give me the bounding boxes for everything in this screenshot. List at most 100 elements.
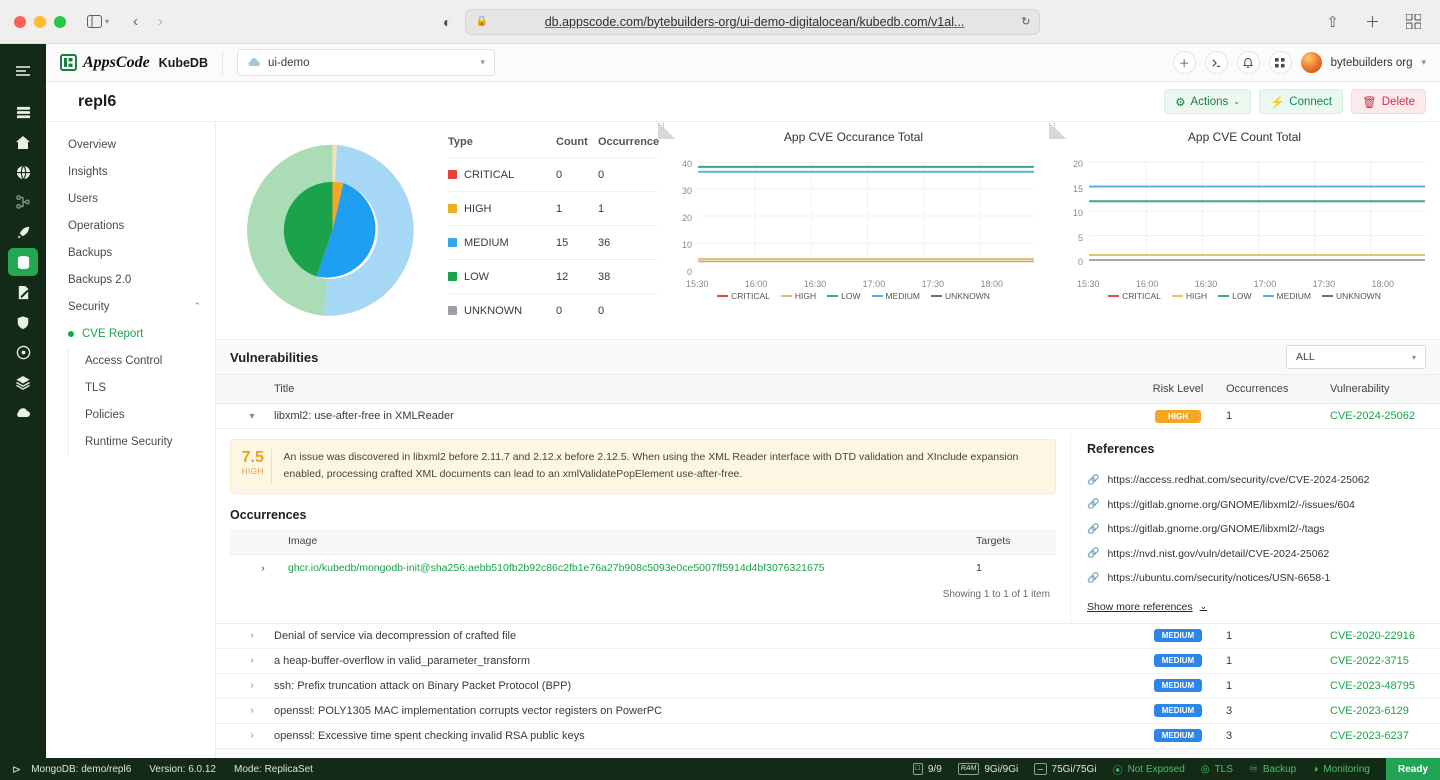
cve-link[interactable]: CVE-2020-22916 <box>1330 630 1440 642</box>
legend-item-high[interactable]: HIGH <box>1172 291 1207 301</box>
table-row[interactable]: › Denial of service via decompression of… <box>216 624 1440 649</box>
vuln-occurrences: 3 <box>1226 705 1330 717</box>
cve-link[interactable]: CVE-2022-3715 <box>1330 655 1440 667</box>
notifications-button[interactable] <box>1237 51 1260 74</box>
share-icon[interactable]: ⇧ <box>1321 11 1344 33</box>
rail-icon-target[interactable] <box>8 338 38 366</box>
rail-icon-database[interactable] <box>8 98 38 126</box>
delete-button-label: Delete <box>1382 96 1415 108</box>
sidebar-toggle-icon[interactable]: ▾ <box>82 13 114 30</box>
table-row[interactable]: › ghcr.io/kubedb/mongodb-init@sha256:aeb… <box>230 555 1056 582</box>
address-bar[interactable]: 🔒 db.appscode.com/bytebuilders-org/ui-de… <box>465 9 1040 35</box>
legend-item-high[interactable]: HIGH <box>781 291 816 301</box>
brand[interactable]: AppsCode KubeDB <box>60 54 208 72</box>
sidebar-item-backups[interactable]: Backups <box>46 239 215 266</box>
vuln-occurrences: 1 <box>1226 410 1330 422</box>
minimize-window-button[interactable] <box>34 16 46 28</box>
rail-icon-globe[interactable] <box>8 158 38 186</box>
reference-link[interactable]: 🔗https://access.redhat.com/security/cve/… <box>1087 468 1426 493</box>
description-box: 7.5 HIGH An issue was discovered in libx… <box>230 439 1056 494</box>
rail-icon-home[interactable] <box>8 128 38 156</box>
expand-row-icon[interactable]: › <box>230 730 274 741</box>
cve-link[interactable]: CVE-2023-48795 <box>1330 680 1440 692</box>
rail-icon-shield[interactable] <box>8 308 38 336</box>
sidebar-item-security[interactable]: Security ⌃ <box>46 293 215 320</box>
severity-label: HIGH <box>464 203 492 215</box>
project-selector[interactable]: ui-demo ▾ <box>237 49 495 76</box>
reload-icon[interactable]: ↻ <box>1021 15 1030 28</box>
window-traffic-lights[interactable] <box>14 16 66 28</box>
avatar[interactable] <box>1301 52 1322 73</box>
chevron-down-icon[interactable]: ▾ <box>1421 57 1426 68</box>
cve-link[interactable]: CVE-2023-6237 <box>1330 730 1440 742</box>
add-button[interactable]: ＋ <box>1173 51 1196 74</box>
url-text: db.appscode.com/bytebuilders-org/ui-demo… <box>494 15 1015 29</box>
sidebar-item-policies[interactable]: Policies <box>69 401 215 428</box>
reference-link[interactable]: 🔗https://nvd.nist.gov/vuln/detail/CVE-20… <box>1087 542 1426 567</box>
hamburger-menu-icon[interactable] <box>0 52 46 90</box>
rail-icon-sitemap[interactable] <box>8 188 38 216</box>
rail-icon-rocket[interactable] <box>8 218 38 246</box>
new-tab-icon[interactable]: ＋ <box>1360 9 1385 34</box>
sidebar-item-tls[interactable]: TLS <box>69 374 215 401</box>
sidebar-item-access-control[interactable]: Access Control <box>69 347 215 374</box>
legend-item-critical[interactable]: CRITICAL <box>1108 291 1161 301</box>
close-window-button[interactable] <box>14 16 26 28</box>
table-row[interactable]: ▾ libxml2: use-after-free in XMLReader H… <box>216 404 1440 429</box>
image-link[interactable]: ghcr.io/kubedb/mongodb-init@sha256:aebb5… <box>288 562 976 574</box>
legend-item-medium[interactable]: MEDIUM <box>872 291 920 301</box>
org-name[interactable]: bytebuilders org <box>1331 57 1413 69</box>
chevron-down-icon: ▾ <box>480 57 485 68</box>
legend-item-unknown[interactable]: UNKNOWN <box>931 291 990 301</box>
rail-icon-layers[interactable] <box>8 368 38 396</box>
table-row[interactable]: › openssl: Excessive time spent checking… <box>216 724 1440 749</box>
sidebar-item-users[interactable]: Users <box>46 185 215 212</box>
show-more-references-button[interactable]: Show more references ⌄ <box>1087 601 1207 613</box>
reference-link[interactable]: 🔗https://gitlab.gnome.org/GNOME/libxml2/… <box>1087 493 1426 518</box>
apps-grid-button[interactable] <box>1269 51 1292 74</box>
reference-link[interactable]: 🔗https://ubuntu.com/security/notices/USN… <box>1087 566 1426 591</box>
table-row[interactable]: › a heap-buffer-overflow in valid_parame… <box>216 649 1440 674</box>
back-icon[interactable]: ‹ <box>128 11 143 32</box>
chart-menu-corner[interactable]: ⋮ <box>658 122 675 139</box>
cve-link[interactable]: CVE-2023-6129 <box>1330 705 1440 717</box>
legend-item-medium[interactable]: MEDIUM <box>1263 291 1311 301</box>
collapse-row-icon[interactable]: ▾ <box>230 411 274 422</box>
forward-icon[interactable]: › <box>153 11 168 32</box>
table-row[interactable]: › ssh: Prefix truncation attack on Binar… <box>216 674 1440 699</box>
actions-button[interactable]: ⚙ Actions ⌄ <box>1164 89 1251 114</box>
sidebar-item-overview[interactable]: Overview <box>46 131 215 158</box>
legend-item-low[interactable]: LOW <box>1218 291 1251 301</box>
legend-item-critical[interactable]: CRITICAL <box>717 291 770 301</box>
sidebar-item-insights[interactable]: Insights <box>46 158 215 185</box>
rail-icon-report[interactable] <box>8 278 38 306</box>
memory-icon: RAM <box>958 763 980 775</box>
sidebar-item-backups-2[interactable]: Backups 2.0 <box>46 266 215 293</box>
x-tick: 17:00 <box>1254 279 1277 289</box>
table-row[interactable]: › openssl: POLY1305 MAC implementation c… <box>216 699 1440 724</box>
expand-row-icon[interactable]: › <box>230 630 274 641</box>
expand-row-icon[interactable]: › <box>230 680 274 691</box>
tab-overview-icon[interactable] <box>1401 12 1426 31</box>
maximize-window-button[interactable] <box>54 16 66 28</box>
sidebar-item-operations[interactable]: Operations <box>46 212 215 239</box>
expand-panel-icon[interactable]: ⊳ <box>8 763 21 776</box>
reference-link[interactable]: 🔗https://gitlab.gnome.org/GNOME/libxml2/… <box>1087 517 1426 542</box>
expand-row-icon[interactable]: › <box>230 705 274 716</box>
legend-item-unknown[interactable]: UNKNOWN <box>1322 291 1381 301</box>
severity-filter-select[interactable]: ALL ▾ <box>1286 345 1426 369</box>
delete-button[interactable]: 🗑 Delete <box>1351 89 1426 114</box>
rail-icon-cloud[interactable] <box>8 398 38 426</box>
connect-button[interactable]: ⚡ Connect <box>1259 89 1343 114</box>
sidebar-item-cve-report[interactable]: CVE Report <box>46 320 215 347</box>
terminal-button[interactable] <box>1205 51 1228 74</box>
reader-icon[interactable]: ◐ <box>443 14 451 30</box>
legend-item-low[interactable]: LOW <box>827 291 860 301</box>
chart-menu-corner[interactable]: ⋮ <box>1049 122 1066 139</box>
expand-row-icon[interactable]: › <box>238 562 288 574</box>
rail-icon-datastore-active[interactable] <box>8 248 38 276</box>
sidebar-item-runtime-security[interactable]: Runtime Security <box>69 428 215 455</box>
vuln-title: a heap-buffer-overflow in valid_paramete… <box>274 655 1130 667</box>
expand-row-icon[interactable]: › <box>230 655 274 666</box>
cve-link[interactable]: CVE-2024-25062 <box>1330 410 1440 422</box>
